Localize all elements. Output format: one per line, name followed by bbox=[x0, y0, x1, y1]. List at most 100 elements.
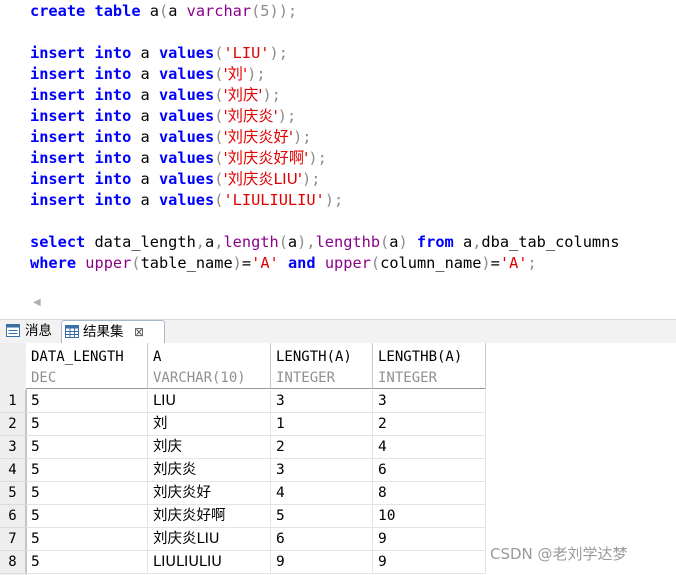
row-number[interactable]: 7 bbox=[0, 528, 26, 551]
code-token: 'A' bbox=[499, 254, 528, 272]
row-number[interactable]: 4 bbox=[0, 459, 26, 482]
code-line[interactable]: create table a(a varchar(5)); bbox=[30, 1, 297, 22]
cell-data-length[interactable]: 5 bbox=[26, 413, 148, 436]
code-token: values bbox=[158, 149, 215, 167]
code-line[interactable]: insert into a values('刘庆'); bbox=[30, 85, 281, 106]
code-token: a bbox=[131, 170, 159, 188]
close-tab-icon[interactable]: ⊠ bbox=[134, 321, 144, 343]
cell-data-length[interactable]: 5 bbox=[26, 436, 148, 459]
table-row[interactable]: 5 5 刘庆炎好 4 8 bbox=[0, 482, 486, 505]
cell-length[interactable]: 2 bbox=[271, 436, 373, 459]
code-line[interactable]: insert into a values('刘庆炎LIU'); bbox=[30, 169, 320, 190]
cell-lengthb[interactable]: 4 bbox=[373, 436, 486, 459]
code-token: insert bbox=[30, 170, 86, 188]
scroll-left-icon[interactable]: ◀ bbox=[33, 297, 41, 308]
sql-editor[interactable]: create table a(a varchar(5)); insert into… bbox=[0, 0, 676, 288]
table-row[interactable]: 1 5 LIU 3 3 bbox=[0, 390, 486, 413]
row-number[interactable]: 6 bbox=[0, 505, 26, 528]
code-token: insert bbox=[30, 149, 86, 167]
row-number[interactable]: 3 bbox=[0, 436, 26, 459]
code-line[interactable]: insert into a values('刘庆炎好'); bbox=[30, 127, 311, 148]
code-token: insert bbox=[30, 86, 86, 104]
cell-length[interactable]: 9 bbox=[271, 551, 373, 574]
cell-data-length[interactable]: 5 bbox=[26, 459, 148, 482]
code-token: table_name bbox=[140, 254, 233, 272]
cell-length[interactable]: 3 bbox=[271, 459, 373, 482]
cell-lengthb[interactable]: 8 bbox=[373, 482, 486, 505]
table-row[interactable]: 8 5 LIULIULIU 9 9 bbox=[0, 551, 486, 574]
cell-length[interactable]: 1 bbox=[271, 413, 373, 436]
cell-length[interactable]: 3 bbox=[271, 390, 373, 413]
code-token: ); bbox=[269, 44, 288, 62]
code-token: ( bbox=[278, 233, 288, 251]
cell-a[interactable]: 刘 bbox=[148, 413, 271, 436]
code-token: ); bbox=[324, 191, 344, 209]
code-line[interactable]: insert into a values('刘庆炎'); bbox=[30, 106, 296, 127]
cell-length[interactable]: 4 bbox=[271, 482, 373, 505]
column-header-length-a[interactable]: LENGTH(A) INTEGER bbox=[271, 343, 373, 389]
code-token: (5)); bbox=[251, 2, 298, 20]
result-grid[interactable]: DATA_LENGTH DEC A VARCHAR(10) LENGTH(A) … bbox=[0, 343, 676, 575]
table-row[interactable]: 3 5 刘庆 2 4 bbox=[0, 436, 486, 459]
code-line[interactable]: select data_length,a,length(a),lengthb(a… bbox=[30, 232, 620, 253]
cell-data-length[interactable]: 5 bbox=[26, 482, 148, 505]
code-token: from bbox=[416, 233, 454, 251]
cell-lengthb[interactable]: 9 bbox=[373, 551, 486, 574]
cell-a[interactable]: 刘庆炎好啊 bbox=[148, 505, 271, 528]
tab-results[interactable]: 结果集 ⊠ bbox=[61, 320, 165, 344]
table-row[interactable]: 2 5 刘 1 2 bbox=[0, 413, 486, 436]
code-token: insert bbox=[30, 191, 86, 209]
code-token: into bbox=[94, 44, 132, 62]
cell-a[interactable]: 刘庆 bbox=[148, 436, 271, 459]
code-token: = bbox=[241, 254, 252, 272]
code-line[interactable]: insert into a values('刘'); bbox=[30, 64, 266, 85]
row-number[interactable]: 1 bbox=[0, 390, 26, 413]
table-row[interactable]: 7 5 刘庆炎LIU 6 9 bbox=[0, 528, 486, 551]
cell-lengthb[interactable]: 6 bbox=[373, 459, 486, 482]
row-number[interactable]: 5 bbox=[0, 482, 26, 505]
code-line[interactable]: insert into a values('LIULIULIU'); bbox=[30, 190, 343, 211]
code-token: into bbox=[94, 65, 132, 83]
cell-data-length[interactable]: 5 bbox=[26, 505, 148, 528]
row-number[interactable]: 8 bbox=[0, 551, 26, 574]
tab-messages[interactable]: 消息 bbox=[4, 320, 60, 342]
code-token: '刘庆' bbox=[223, 86, 263, 104]
editor-horizontal-scrollbar[interactable]: ◀ bbox=[0, 288, 676, 320]
cell-data-length[interactable]: 5 bbox=[26, 528, 148, 551]
code-token: a bbox=[205, 233, 215, 251]
table-row[interactable]: 6 5 刘庆炎好啊 5 10 bbox=[0, 505, 486, 528]
code-token: insert bbox=[30, 65, 86, 83]
code-token: table bbox=[94, 2, 141, 20]
cell-a[interactable]: LIU bbox=[148, 390, 271, 413]
cell-a[interactable]: 刘庆炎好 bbox=[148, 482, 271, 505]
cell-lengthb[interactable]: 3 bbox=[373, 390, 486, 413]
code-token: 'LIULIULIU' bbox=[223, 191, 325, 209]
code-token: a bbox=[131, 107, 159, 125]
code-token: varchar bbox=[186, 2, 252, 20]
cell-lengthb[interactable]: 10 bbox=[373, 505, 486, 528]
column-header-lengthb-a[interactable]: LENGTHB(A) INTEGER bbox=[373, 343, 486, 389]
cell-data-length[interactable]: 5 bbox=[26, 551, 148, 574]
column-header-a[interactable]: A VARCHAR(10) bbox=[148, 343, 271, 389]
cell-a[interactable]: 刘庆炎LIU bbox=[148, 528, 271, 551]
row-number[interactable]: 2 bbox=[0, 413, 26, 436]
code-line[interactable]: insert into a values('刘庆炎好啊'); bbox=[30, 148, 327, 169]
cell-data-length[interactable]: 5 bbox=[26, 390, 148, 413]
cell-a[interactable]: 刘庆炎 bbox=[148, 459, 271, 482]
cell-length[interactable]: 6 bbox=[271, 528, 373, 551]
code-line[interactable]: insert into a values('LIU'); bbox=[30, 43, 288, 64]
cell-lengthb[interactable]: 9 bbox=[373, 528, 486, 551]
cell-length[interactable]: 5 bbox=[271, 505, 373, 528]
cell-a[interactable]: LIULIULIU bbox=[148, 551, 271, 574]
column-header-data-length[interactable]: DATA_LENGTH DEC bbox=[26, 343, 148, 389]
column-name: DATA_LENGTH bbox=[31, 349, 124, 365]
code-token: ( bbox=[131, 254, 141, 272]
code-line[interactable]: where upper(table_name)='A' and upper(co… bbox=[30, 253, 537, 274]
code-token: values bbox=[158, 86, 215, 104]
code-token: values bbox=[158, 128, 215, 146]
cell-lengthb[interactable]: 2 bbox=[373, 413, 486, 436]
table-row[interactable]: 4 5 刘庆炎 3 6 bbox=[0, 459, 486, 482]
